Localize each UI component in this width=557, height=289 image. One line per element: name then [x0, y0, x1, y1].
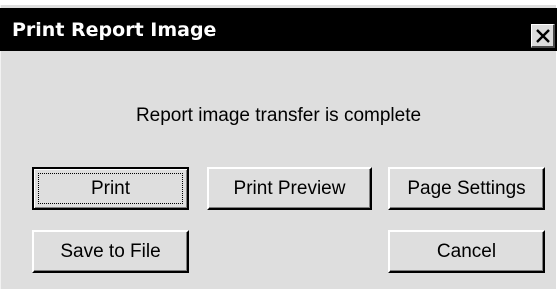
close-button[interactable] — [531, 24, 555, 48]
page-settings-button[interactable]: Page Settings — [388, 167, 545, 210]
close-icon — [536, 29, 550, 43]
cancel-button[interactable]: Cancel — [388, 230, 545, 273]
print-preview-button-label: Print Preview — [233, 177, 346, 199]
print-button-label: Print — [90, 177, 131, 199]
page-settings-button-label: Page Settings — [407, 177, 526, 199]
print-button[interactable]: Print — [32, 167, 189, 210]
save-to-file-button-label: Save to File — [60, 240, 161, 262]
cancel-button-label: Cancel — [436, 240, 497, 262]
save-to-file-button[interactable]: Save to File — [32, 230, 189, 273]
print-preview-button[interactable]: Print Preview — [207, 167, 372, 210]
dialog-title: Print Report Image — [12, 19, 217, 41]
status-message: Report image transfer is complete — [135, 105, 422, 126]
title-bar[interactable]: Print Report Image — [0, 8, 557, 51]
